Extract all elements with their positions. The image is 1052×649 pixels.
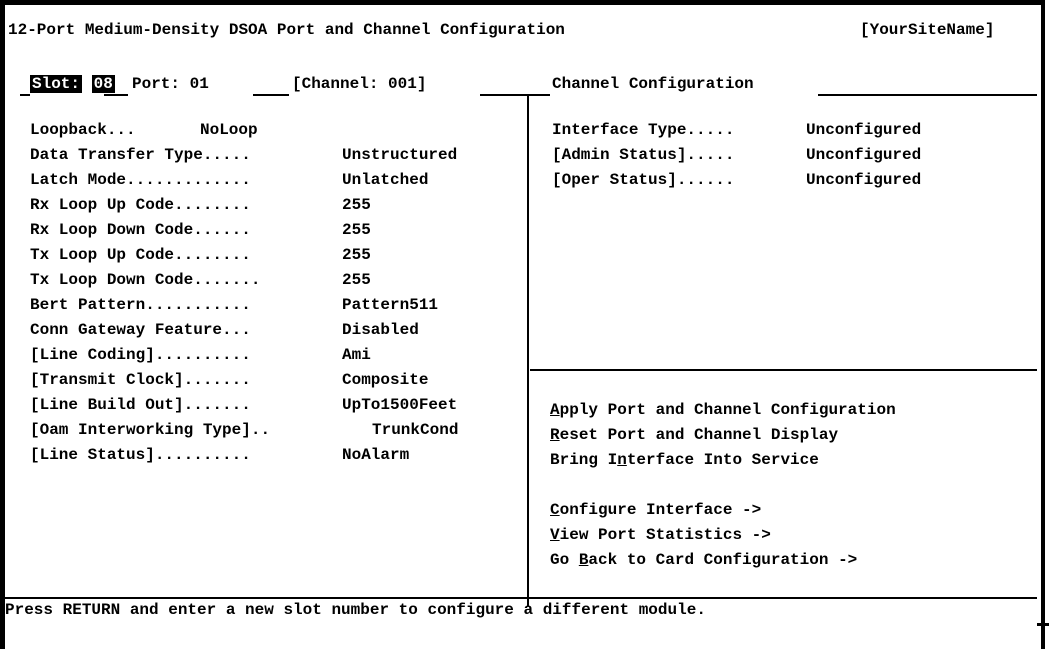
port-setting-label: [Line Status].......... <box>30 446 251 464</box>
port-label: Port: 01 <box>132 75 209 93</box>
port-setting-label: [Line Coding].......... <box>30 346 251 364</box>
text-cursor <box>1037 623 1049 626</box>
menu-text: pply Port and Channel Configuration <box>559 401 896 419</box>
port-setting-value[interactable]: TrunkCond <box>372 418 458 443</box>
port-setting-label: Tx Loop Up Code........ <box>30 246 251 264</box>
menu-hotkey: n <box>617 451 627 469</box>
menu-text: Bring I <box>550 451 618 469</box>
site-name: [YourSiteName] <box>860 21 995 39</box>
port-setting-label: Latch Mode............. <box>30 171 251 189</box>
port-setting-value[interactable]: Ami <box>342 343 371 368</box>
action-item[interactable]: Bring Interface Into Service <box>550 448 819 473</box>
menu-hotkey: B <box>578 551 589 569</box>
port-setting-value[interactable]: Unlatched <box>342 168 428 193</box>
channel-setting-value[interactable]: Unconfigured <box>806 143 921 168</box>
channel-setting-value[interactable]: Unconfigured <box>806 118 921 143</box>
nav-item[interactable]: View Port Statistics -> <box>550 523 771 548</box>
slot-label: Slot: <box>30 75 83 93</box>
menu-hotkey: R <box>550 426 560 444</box>
screen-title: 12-Port Medium-Density DSOA Port and Cha… <box>8 21 565 39</box>
nav-item[interactable]: Configure Interface -> <box>550 498 761 523</box>
port-setting-value[interactable]: Pattern511 <box>342 293 438 318</box>
port-setting-value[interactable]: Disabled <box>342 318 419 343</box>
port-setting-label: Loopback... <box>30 121 136 139</box>
section-title: Channel Configuration <box>552 75 754 93</box>
menu-hotkey: A <box>550 401 560 419</box>
channel-setting-label: Interface Type..... <box>552 121 735 139</box>
slot-value[interactable]: 08 <box>91 75 115 93</box>
port-setting-label: Bert Pattern........... <box>30 296 251 314</box>
slot-field[interactable]: Slot: 08 <box>30 72 115 97</box>
menu-divider <box>530 369 1037 371</box>
menu-text: terface Into Service <box>626 451 819 469</box>
port-setting-value[interactable]: 255 <box>342 193 371 218</box>
port-setting-label: Rx Loop Up Code........ <box>30 196 251 214</box>
port-setting-value[interactable]: 255 <box>342 243 371 268</box>
menu-hotkey: C <box>550 501 560 519</box>
port-setting-label: [Transmit Clock]....... <box>30 371 251 389</box>
rule-segment <box>480 94 550 96</box>
port-setting-label: Data Transfer Type..... <box>30 146 251 164</box>
menu-text: Go <box>550 551 579 569</box>
port-setting-value[interactable]: UpTo1500Feet <box>342 393 457 418</box>
port-setting-value[interactable]: 255 <box>342 268 371 293</box>
status-message: Press RETURN and enter a new slot number… <box>5 601 706 619</box>
action-item[interactable]: Reset Port and Channel Display <box>550 423 838 448</box>
action-item[interactable]: Apply Port and Channel Configuration <box>550 398 896 423</box>
rule-segment <box>818 94 1037 96</box>
port-setting-value[interactable]: 255 <box>342 218 371 243</box>
rule-segment <box>104 94 128 96</box>
menu-hotkey: V <box>550 526 560 544</box>
menu-text: onfigure Interface -> <box>559 501 762 519</box>
rule-segment <box>20 94 30 96</box>
menu-text: eset Port and Channel Display <box>559 426 839 444</box>
port-setting-label: Tx Loop Down Code....... <box>30 271 261 289</box>
port-setting-label: Rx Loop Down Code...... <box>30 221 251 239</box>
channel-setting-label: [Admin Status]..... <box>552 146 735 164</box>
column-divider <box>527 96 529 606</box>
port-setting-value[interactable]: Composite <box>342 368 428 393</box>
port-setting-value[interactable]: NoLoop <box>200 118 258 143</box>
port-setting-value[interactable]: NoAlarm <box>342 443 409 468</box>
channel-setting-value[interactable]: Unconfigured <box>806 168 921 193</box>
rule-segment <box>253 94 289 96</box>
nav-item[interactable]: Go Back to Card Configuration -> <box>550 548 857 573</box>
menu-text: ack to Card Configuration -> <box>588 551 858 569</box>
port-setting-label: [Oam Interworking Type].. <box>30 421 271 439</box>
menu-text: iew Port Statistics -> <box>559 526 771 544</box>
port-setting-label: Conn Gateway Feature... <box>30 321 251 339</box>
channel-setting-label: [Oper Status]...... <box>552 171 735 189</box>
port-setting-label: [Line Build Out]....... <box>30 396 251 414</box>
port-setting-value[interactable]: Unstructured <box>342 143 457 168</box>
channel-label: [Channel: 001] <box>292 75 427 93</box>
